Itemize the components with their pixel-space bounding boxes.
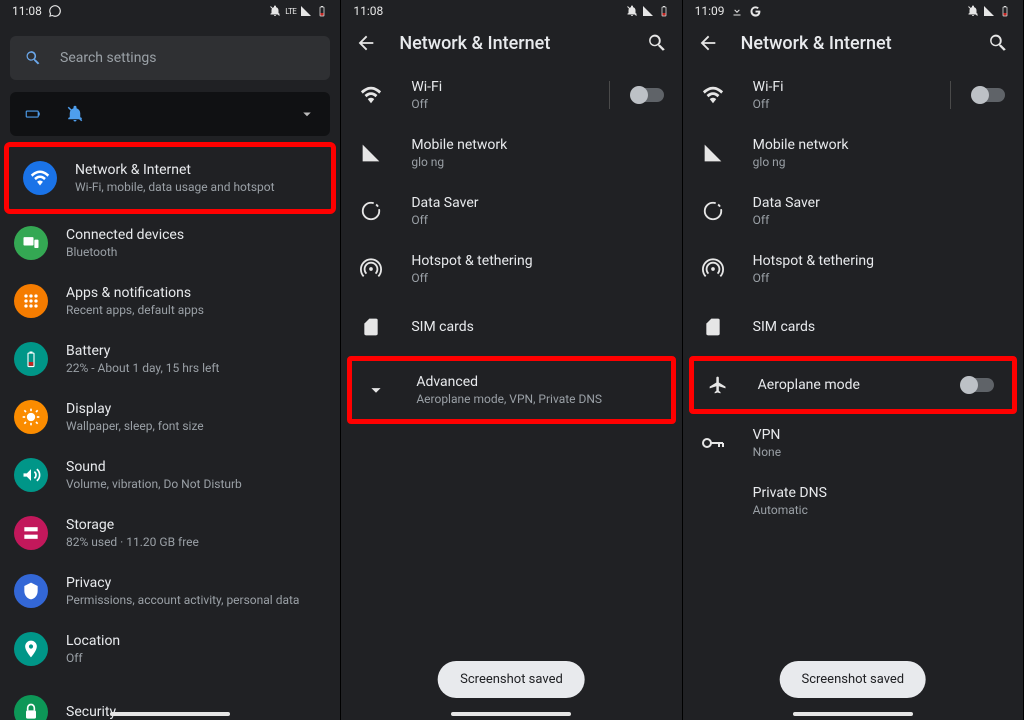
row-display[interactable]: DisplayWallpaper, sleep, font size: [0, 388, 340, 446]
row-location[interactable]: LocationOff: [0, 620, 340, 678]
back-icon[interactable]: [697, 32, 719, 54]
storage-icon: [14, 516, 48, 550]
row-mobile-network[interactable]: Mobile networkglo ng: [683, 124, 1023, 182]
row-privacy[interactable]: PrivacyPermissions, account activity, pe…: [0, 562, 340, 620]
row-sub: Wi-Fi, mobile, data usage and hotspot: [75, 180, 275, 194]
toast-screenshot-saved[interactable]: Screenshot saved: [438, 661, 585, 698]
search-settings-input[interactable]: Search settings: [10, 36, 330, 80]
signal-icon: [359, 141, 383, 165]
status-bar: 11:08 LTE: [0, 0, 340, 22]
row-hotspot[interactable]: Hotspot & tetheringOff: [341, 240, 681, 298]
row-sound[interactable]: SoundVolume, vibration, Do Not Disturb: [0, 446, 340, 504]
aeroplane-toggle[interactable]: [962, 378, 994, 392]
phone-screen-network-expanded: 11:09 Network & Internet Wi-FiOff Mobile…: [683, 0, 1024, 720]
apps-icon: [14, 284, 48, 318]
wifi-toggle[interactable]: [632, 88, 664, 102]
page-title: Network & Internet: [399, 33, 623, 54]
row-hotspot[interactable]: Hotspot & tetheringOff: [683, 240, 1023, 298]
back-icon[interactable]: [355, 32, 377, 54]
wifi-icon: [701, 83, 725, 107]
datasaver-icon: [701, 199, 725, 223]
highlight-advanced: AdvancedAeroplane mode, VPN, Private DNS: [347, 356, 675, 424]
page-title: Network & Internet: [741, 33, 965, 54]
devices-icon: [14, 226, 48, 260]
row-battery[interactable]: Battery22% - About 1 day, 15 hrs left: [0, 330, 340, 388]
nav-pill[interactable]: [451, 712, 571, 716]
search-placeholder: Search settings: [60, 50, 157, 66]
datasaver-icon: [359, 199, 383, 223]
whatsapp-icon: [48, 4, 62, 18]
signal-icon: [642, 5, 654, 17]
privacy-icon: [14, 574, 48, 608]
battery-icon: [316, 5, 328, 17]
row-advanced[interactable]: AdvancedAeroplane mode, VPN, Private DNS: [352, 361, 670, 419]
row-vpn[interactable]: VPNNone: [683, 414, 1023, 472]
row-apps-notifications[interactable]: Apps & notificationsRecent apps, default…: [0, 272, 340, 330]
status-bar: 11:09: [683, 0, 1023, 22]
row-aeroplane-mode[interactable]: Aeroplane mode: [694, 361, 1012, 409]
sim-icon: [701, 315, 725, 339]
status-bar: 11:08: [341, 0, 681, 22]
download-icon: [731, 5, 743, 17]
wifi-toggle[interactable]: [973, 88, 1005, 102]
signal-icon: [983, 5, 995, 17]
wifi-icon: [23, 161, 57, 195]
row-wifi[interactable]: Wi-FiOff: [341, 66, 681, 124]
hotspot-icon: [359, 257, 383, 281]
dnd-icon: [967, 5, 979, 17]
vpn-icon: [701, 431, 725, 455]
row-mobile-network[interactable]: Mobile networkglo ng: [341, 124, 681, 182]
chevron-down-icon: [364, 378, 388, 402]
wifi-icon: [359, 83, 383, 107]
toast-screenshot-saved[interactable]: Screenshot saved: [779, 661, 926, 698]
dnd-icon: [626, 5, 638, 17]
row-sim-cards[interactable]: SIM cards: [341, 298, 681, 356]
hotspot-icon: [701, 257, 725, 281]
dnd-icon: [269, 5, 281, 17]
row-storage[interactable]: Storage82% used · 11.20 GB free: [0, 504, 340, 562]
security-icon: [14, 695, 48, 720]
row-private-dns[interactable]: Private DNSAutomatic: [683, 472, 1023, 530]
app-bar: Network & Internet: [683, 22, 1023, 66]
phone-screen-settings-home: 11:08 LTE Search settings Network & Inte…: [0, 0, 341, 720]
battery-icon-color: [14, 342, 48, 376]
signal-icon: [701, 141, 725, 165]
row-wifi[interactable]: Wi-FiOff: [683, 66, 1023, 124]
lte-indicator: LTE: [285, 7, 296, 16]
sim-icon: [359, 315, 383, 339]
nav-pill[interactable]: [110, 712, 230, 716]
display-icon: [14, 400, 48, 434]
status-time: 11:08: [12, 4, 42, 18]
row-data-saver[interactable]: Data SaverOff: [341, 182, 681, 240]
phone-screen-network-collapsed: 11:08 Network & Internet Wi-FiOff Mobile…: [341, 0, 682, 720]
search-icon: [24, 49, 42, 67]
battery-icon: [999, 5, 1011, 17]
sound-icon: [14, 458, 48, 492]
suggestion-panel[interactable]: [10, 92, 330, 136]
search-icon[interactable]: [646, 32, 668, 54]
row-title: Network & Internet: [75, 162, 275, 178]
battery-rot-icon: [24, 105, 42, 123]
search-icon[interactable]: [987, 32, 1009, 54]
row-network-internet[interactable]: Network & Internet Wi-Fi, mobile, data u…: [9, 147, 331, 209]
signal-icon: [300, 5, 312, 17]
airplane-icon: [706, 373, 730, 397]
row-sim-cards[interactable]: SIM cards: [683, 298, 1023, 356]
battery-icon: [658, 5, 670, 17]
location-icon: [14, 632, 48, 666]
google-icon: [749, 5, 762, 18]
highlight-aeroplane-mode: Aeroplane mode: [689, 356, 1017, 414]
highlight-network-internet: Network & Internet Wi-Fi, mobile, data u…: [4, 142, 336, 214]
bell-off-icon: [66, 105, 84, 123]
nav-pill[interactable]: [793, 712, 913, 716]
chevron-down-icon: [298, 105, 316, 123]
row-data-saver[interactable]: Data SaverOff: [683, 182, 1023, 240]
row-connected-devices[interactable]: Connected devicesBluetooth: [0, 214, 340, 272]
app-bar: Network & Internet: [341, 22, 681, 66]
